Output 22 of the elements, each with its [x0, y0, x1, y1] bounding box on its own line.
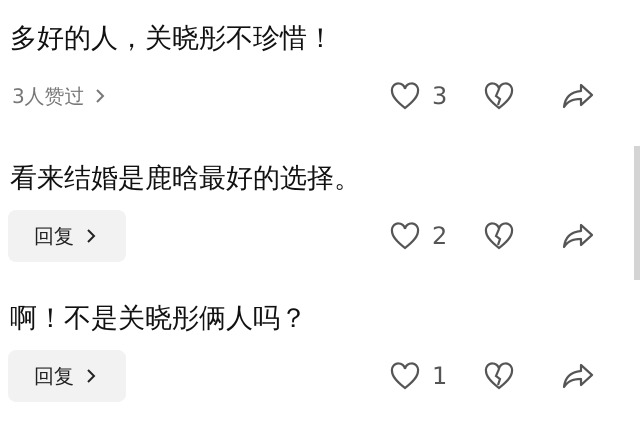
share-icon[interactable]	[562, 222, 594, 250]
share-icon[interactable]	[562, 362, 594, 390]
heart-icon[interactable]	[390, 82, 420, 110]
chevron-icon	[94, 88, 105, 104]
heart-icon[interactable]	[390, 222, 420, 250]
broken-heart-icon[interactable]	[484, 362, 514, 390]
chevron-icon	[86, 368, 96, 384]
like-count: 1	[432, 362, 448, 390]
reply-button[interactable]: 回复	[8, 350, 126, 402]
chevron-icon	[86, 228, 96, 244]
like-count: 3	[432, 82, 448, 110]
comment-text: 看来结婚是鹿晗最好的选择。	[10, 162, 362, 196]
broken-heart-icon[interactable]	[484, 82, 514, 110]
broken-heart-icon[interactable]	[484, 222, 514, 250]
comment-text: 啊！不是关晓彤俩人吗？	[10, 302, 308, 336]
reply-button[interactable]: 回复	[8, 210, 126, 262]
likers-link[interactable]: 3人赞过	[10, 82, 105, 110]
comment-text: 多好的人，关晓彤不珍惜！	[10, 22, 335, 56]
like-count: 2	[432, 222, 448, 250]
scrollbar[interactable]	[634, 146, 640, 280]
share-icon[interactable]	[562, 82, 594, 110]
heart-icon[interactable]	[390, 362, 420, 390]
